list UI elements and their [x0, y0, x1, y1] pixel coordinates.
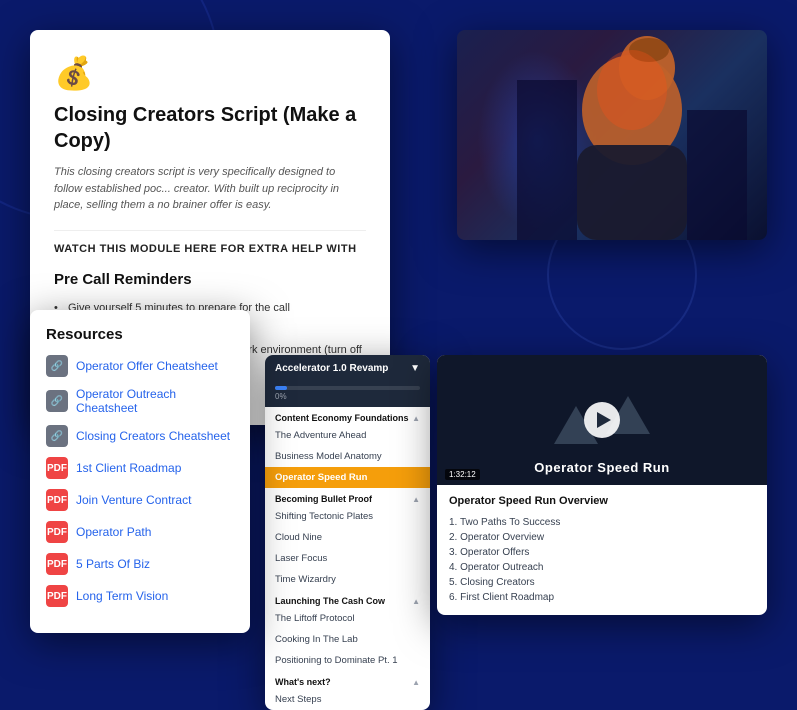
video-thumbnail[interactable] [457, 30, 767, 240]
resource-item-7[interactable]: PDF Long Term Vision [46, 585, 234, 607]
nav-item-tectonic[interactable]: Shifting Tectonic Plates [265, 506, 430, 527]
pre-call-title: Pre Call Reminders [54, 271, 366, 288]
resource-label-6: 5 Parts Of Biz [76, 557, 150, 571]
progress-bar-fill [275, 386, 287, 390]
link-icon-1: 🔗 [46, 390, 68, 412]
resource-item-2[interactable]: 🔗 Closing Creators Cheatsheet [46, 425, 234, 447]
course-nav-panel: Accelerator 1.0 Revamp ▼ 0% Content Econ… [265, 355, 430, 710]
play-icon [597, 412, 611, 428]
resource-label-5: Operator Path [76, 525, 151, 539]
money-emoji: 💰 [54, 54, 366, 92]
resources-title: Resources [46, 326, 234, 343]
video-overview-title: Operator Speed Run Overview [449, 495, 755, 507]
person-silhouette [517, 30, 747, 240]
video-player-panel: Operator Speed Run 1:32:12 Operator Spee… [437, 355, 767, 615]
nav-section-1[interactable]: Content Economy Foundations ▲ [265, 407, 430, 425]
nav-section-2-label: Becoming Bullet Proof [275, 494, 372, 504]
nav-item-next-steps[interactable]: Next Steps [265, 689, 430, 710]
resource-item-4[interactable]: PDF Join Venture Contract [46, 489, 234, 511]
resources-panel: Resources 🔗 Operator Offer Cheatsheet 🔗 … [30, 310, 250, 633]
video-info: Operator Speed Run Overview 1. Two Paths… [437, 485, 767, 615]
resource-label-3: 1st Client Roadmap [76, 461, 181, 475]
watch-note: WATCH THIS MODULE HERE FOR EXTRA HELP WI… [54, 230, 366, 255]
doc-title: Closing Creators Script (Make a Copy) [54, 102, 366, 154]
course-title: Accelerator 1.0 Revamp [275, 363, 388, 374]
link-icon-2: 🔗 [46, 425, 68, 447]
resource-label-1: Operator Outreach Cheatsheet [76, 387, 234, 415]
nav-item-business[interactable]: Business Model Anatomy [265, 446, 430, 467]
video-title-overlay: Operator Speed Run [437, 460, 767, 475]
overview-item-1: 2. Operator Overview [449, 530, 755, 545]
pdf-icon-7: PDF [46, 585, 68, 607]
resource-item-1[interactable]: 🔗 Operator Outreach Cheatsheet [46, 387, 234, 415]
pdf-icon-3: PDF [46, 457, 68, 479]
nav-section-3-chevron: ▲ [412, 597, 420, 606]
play-button[interactable] [584, 402, 620, 438]
video-duration: 1:32:12 [445, 469, 480, 480]
nav-section-4[interactable]: What's next? ▲ [265, 671, 430, 689]
chevron-icon: ▼ [410, 363, 420, 374]
link-icon-0: 🔗 [46, 355, 68, 377]
video-screen[interactable]: Operator Speed Run 1:32:12 [437, 355, 767, 485]
progress-label: 0% [275, 392, 420, 401]
resource-item-3[interactable]: PDF 1st Client Roadmap [46, 457, 234, 479]
nav-item-time[interactable]: Time Wizardry [265, 569, 430, 590]
nav-item-adventure[interactable]: The Adventure Ahead [265, 425, 430, 446]
resource-item-0[interactable]: 🔗 Operator Offer Cheatsheet [46, 355, 234, 377]
resource-item-5[interactable]: PDF Operator Path [46, 521, 234, 543]
nav-section-3-label: Launching The Cash Cow [275, 596, 385, 606]
nav-item-cloud[interactable]: Cloud Nine [265, 527, 430, 548]
nav-item-laser[interactable]: Laser Focus [265, 548, 430, 569]
pdf-icon-4: PDF [46, 489, 68, 511]
nav-item-operator-speed[interactable]: Operator Speed Run [265, 467, 430, 488]
overview-item-0: 1. Two Paths To Success [449, 515, 755, 530]
course-nav-header: Accelerator 1.0 Revamp ▼ [265, 355, 430, 382]
resource-label-0: Operator Offer Cheatsheet [76, 359, 218, 373]
overview-item-3: 4. Operator Outreach [449, 560, 755, 575]
nav-section-2-chevron: ▲ [412, 495, 420, 504]
pdf-icon-6: PDF [46, 553, 68, 575]
progress-bar-bg [275, 386, 420, 390]
video-background [457, 30, 767, 240]
doc-subtitle: This closing creators script is very spe… [54, 164, 366, 214]
overview-item-2: 3. Operator Offers [449, 545, 755, 560]
resource-item-6[interactable]: PDF 5 Parts Of Biz [46, 553, 234, 575]
nav-section-3[interactable]: Launching The Cash Cow ▲ [265, 590, 430, 608]
progress-container: 0% [265, 382, 430, 407]
resource-label-2: Closing Creators Cheatsheet [76, 429, 230, 443]
resource-label-4: Join Venture Contract [76, 493, 191, 507]
nav-section-1-label: Content Economy Foundations [275, 413, 409, 423]
nav-section-1-chevron: ▲ [412, 414, 420, 423]
nav-item-liftoff[interactable]: The Liftoff Protocol [265, 608, 430, 629]
nav-section-2[interactable]: Becoming Bullet Proof ▲ [265, 488, 430, 506]
nav-section-4-label: What's next? [275, 677, 331, 687]
overview-item-5: 6. First Client Roadmap [449, 590, 755, 605]
nav-item-cooking[interactable]: Cooking In The Lab [265, 629, 430, 650]
resource-label-7: Long Term Vision [76, 589, 168, 603]
nav-section-4-chevron: ▲ [412, 678, 420, 687]
pdf-icon-5: PDF [46, 521, 68, 543]
nav-item-positioning[interactable]: Positioning to Dominate Pt. 1 [265, 650, 430, 671]
overview-item-4: 5. Closing Creators [449, 575, 755, 590]
